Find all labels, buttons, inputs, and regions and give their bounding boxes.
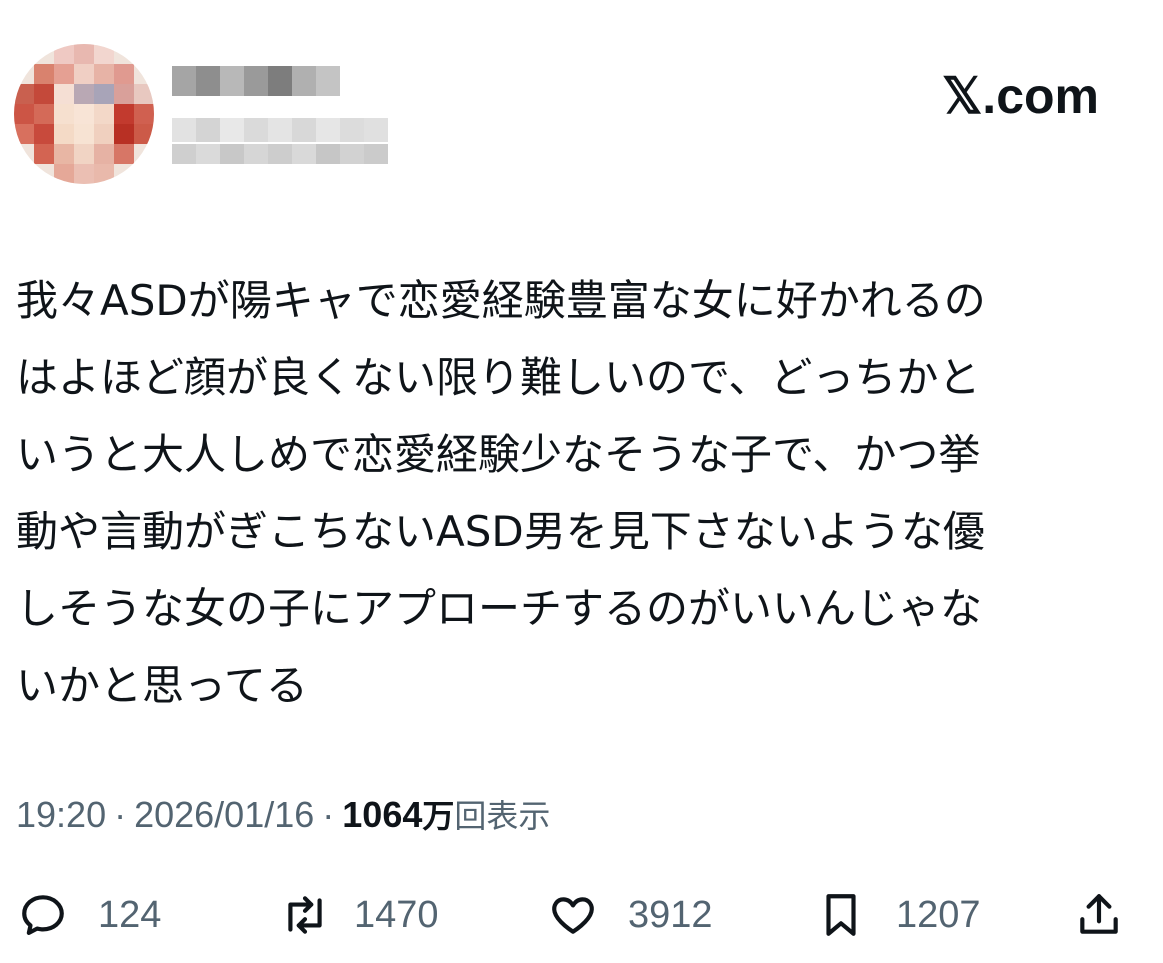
tweet-text-line: 我々ASDが陽キャで恋愛経験豊富な女に好かれるの (16, 276, 986, 325)
tweet-text-line: はよほど顔が良くない限り難しいので、どっちかと (16, 353, 981, 402)
reply-icon (18, 890, 68, 940)
tweet-text-line: 動や言動がぎこちないASD男を見下さないような優 (16, 507, 985, 556)
reply-count: 124 (98, 893, 162, 936)
views-label: 回表示 (454, 797, 551, 835)
bookmark-count: 1207 (896, 893, 981, 936)
handle-censored (172, 118, 388, 142)
tweet-meta: 19:20 · 2026/01/16 · 1064万回表示 (16, 787, 550, 843)
tweet-card: 𝕏.com 我々ASDが陽キャで恋愛経験豊富な女に好かれるの はよほど顔が良くな… (0, 0, 1163, 963)
repost-button[interactable]: 1470 (280, 880, 439, 950)
tweet-text-line: しそうな女の子にアプローチするのがいいんじゃな (16, 584, 983, 633)
bookmark-icon (816, 890, 866, 940)
tweet-text: 我々ASDが陽キャで恋愛経験豊富な女に好かれるの はよほど顔が良くない限り難しい… (16, 262, 1126, 724)
views-count: 1064 (342, 794, 423, 835)
subline-censored (172, 144, 388, 164)
tweet-text-line: いかと思ってる (16, 661, 308, 710)
display-name-censored (172, 66, 340, 96)
views-unit: 万 (422, 797, 455, 835)
author-name-block[interactable] (172, 66, 412, 186)
like-button[interactable]: 3912 (548, 880, 713, 950)
brand-x-com: 𝕏.com (942, 68, 1099, 124)
avatar[interactable] (14, 44, 154, 184)
repost-count: 1470 (354, 893, 439, 936)
share-button[interactable] (1074, 880, 1124, 950)
meta-separator: · (322, 794, 335, 835)
share-icon (1074, 890, 1124, 940)
meta-separator: · (114, 794, 127, 835)
tweet-text-line: いうと大人しめで恋愛経験少なそうな子で、かつ挙 (16, 430, 981, 479)
action-bar: 124 1470 3912 1207 (0, 880, 1163, 950)
bookmark-button[interactable]: 1207 (816, 880, 981, 950)
reply-button[interactable]: 124 (18, 880, 161, 950)
like-count: 3912 (628, 893, 713, 936)
heart-icon (548, 890, 598, 940)
repost-icon (280, 890, 330, 940)
tweet-time[interactable]: 19:20 (16, 794, 106, 835)
tweet-date[interactable]: 2026/01/16 (134, 794, 314, 835)
